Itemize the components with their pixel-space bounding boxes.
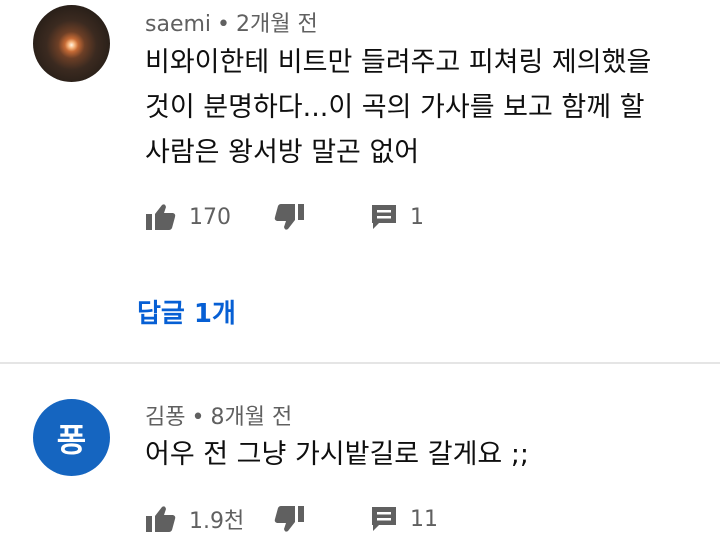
meta-separator: •: [191, 405, 205, 430]
like-count: 1.9천: [189, 509, 245, 534]
reply-button[interactable]: 11: [370, 499, 438, 539]
reply-count: 11: [410, 506, 438, 532]
avatar[interactable]: [33, 5, 110, 82]
like-count: 170: [189, 204, 231, 230]
comment-actions: 170 1: [145, 197, 705, 237]
reply-count: 1: [410, 204, 424, 230]
comment-item: saemi • 2개월 전 비와이한테 비트만 들려주고 피쳐링 제의했을 것이 분…: [0, 0, 720, 362]
dislike-button[interactable]: [273, 499, 305, 539]
thumbs-down-icon: [274, 204, 304, 230]
comment-icon: [372, 205, 396, 229]
meta-separator: •: [217, 12, 231, 37]
comment-time: 2개월 전: [236, 12, 318, 37]
view-replies-link[interactable]: 답글 1개: [137, 293, 236, 330]
avatar[interactable]: 퐁: [33, 399, 110, 476]
comment-item: 퐁 김퐁 • 8개월 전 어우 전 그냥 가시밭길로 갈게요 ;; 1.9천 11: [0, 364, 720, 543]
comment-meta: saemi • 2개월 전: [145, 6, 318, 38]
like-button[interactable]: 1.9천: [145, 499, 244, 539]
thumbs-up-icon: [146, 506, 176, 532]
like-button[interactable]: 170: [145, 197, 231, 237]
comment-text: 비와이한테 비트만 들려주고 피쳐링 제의했을 것이 분명하다...이 곡의 가…: [145, 47, 652, 168]
thumbs-up-icon: [146, 204, 176, 230]
thumbs-down-icon: [274, 506, 304, 532]
comment-author[interactable]: 김퐁: [145, 405, 185, 430]
comment-actions: 1.9천 11: [145, 499, 705, 539]
dislike-button[interactable]: [273, 197, 305, 237]
comment-icon: [372, 507, 396, 531]
comment-time: 8개월 전: [210, 405, 293, 430]
comment-author[interactable]: saemi: [145, 12, 211, 37]
reply-button[interactable]: 1: [370, 197, 424, 237]
comment-text: 어우 전 그냥 가시밭길로 갈게요 ;;: [145, 439, 530, 470]
comment-meta: 김퐁 • 8개월 전: [145, 399, 292, 431]
